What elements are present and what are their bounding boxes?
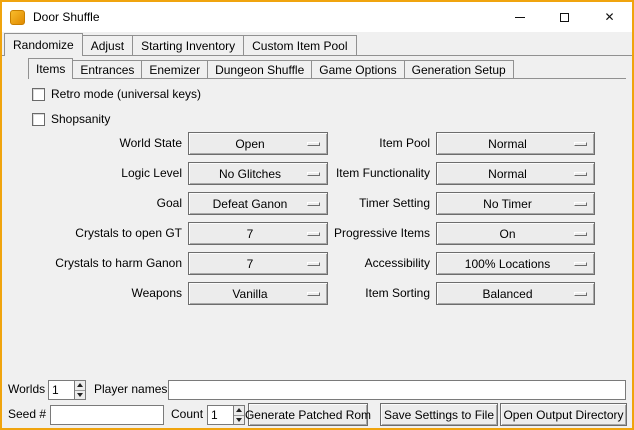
maximize-button[interactable] — [542, 2, 587, 32]
timer-setting-dropdown[interactable]: No Timer — [436, 192, 595, 215]
accessibility-value: 100% Locations — [465, 257, 566, 271]
spin-down-icon — [77, 393, 83, 397]
tab-generation-setup[interactable]: Generation Setup — [404, 60, 514, 79]
accessibility-dropdown[interactable]: 100% Locations — [436, 252, 595, 275]
close-icon: ✕ — [604, 11, 614, 23]
seed-input[interactable] — [50, 405, 164, 425]
item-sorting-value: Balanced — [482, 287, 548, 301]
minimize-button[interactable] — [497, 2, 542, 32]
dropdown-indicator-icon — [574, 232, 587, 236]
weapons-value: Vanilla — [232, 287, 283, 301]
item-functionality-label: Item Functionality — [288, 162, 430, 185]
player-names-input[interactable] — [168, 380, 626, 400]
item-pool-value: Normal — [488, 137, 543, 151]
item-functionality-dropdown[interactable]: Normal — [436, 162, 595, 185]
inner-tab-bar: Items Entrances Enemizer Dungeon Shuffle… — [28, 57, 513, 79]
timer-setting-label: Timer Setting — [288, 192, 430, 215]
tab-items[interactable]: Items — [28, 58, 73, 79]
dropdown-indicator-icon — [574, 172, 587, 176]
crystals-harm-ganon-value: 7 — [247, 257, 270, 271]
crystals-open-gt-value: 7 — [247, 227, 270, 241]
window: Door Shuffle ✕ Randomize Adjust Starting… — [0, 0, 634, 430]
maximize-icon — [560, 13, 569, 22]
tab-starting-inventory[interactable]: Starting Inventory — [132, 35, 244, 56]
dropdown-indicator-icon — [574, 142, 587, 146]
save-settings-button[interactable]: Save Settings to File — [380, 403, 498, 426]
tab-entrances[interactable]: Entrances — [72, 60, 142, 79]
tab-adjust[interactable]: Adjust — [82, 35, 133, 56]
worlds-spinbox[interactable] — [48, 380, 86, 400]
item-functionality-value: Normal — [488, 167, 543, 181]
tab-dungeon-shuffle[interactable]: Dungeon Shuffle — [207, 60, 312, 79]
item-sorting-label: Item Sorting — [288, 282, 430, 305]
item-sorting-dropdown[interactable]: Balanced — [436, 282, 595, 305]
progressive-items-label: Progressive Items — [288, 222, 430, 245]
titlebar: Door Shuffle ✕ — [2, 2, 632, 32]
count-input[interactable] — [208, 406, 233, 424]
accessibility-label: Accessibility — [288, 252, 430, 275]
progressive-items-value: On — [499, 227, 531, 241]
seed-label: Seed # — [8, 404, 46, 424]
crystals-open-gt-label: Crystals to open GT — [30, 222, 182, 245]
world-state-label: World State — [30, 132, 182, 155]
count-spin-up-button[interactable] — [234, 406, 244, 415]
tab-randomize[interactable]: Randomize — [4, 33, 83, 56]
item-pool-label: Item Pool — [288, 132, 430, 155]
worlds-label: Worlds — [8, 379, 45, 399]
spin-up-icon — [77, 383, 83, 387]
dropdown-indicator-icon — [574, 262, 587, 266]
window-controls: ✕ — [497, 2, 632, 32]
open-output-directory-button[interactable]: Open Output Directory — [500, 403, 627, 426]
tab-game-options[interactable]: Game Options — [311, 60, 404, 79]
worlds-input[interactable] — [49, 381, 74, 399]
player-names-label: Player names — [94, 379, 167, 399]
crystals-harm-ganon-label: Crystals to harm Ganon — [30, 252, 182, 275]
app-icon — [10, 10, 25, 25]
item-pool-dropdown[interactable]: Normal — [436, 132, 595, 155]
worlds-spin-up-button[interactable] — [75, 381, 85, 390]
shopsanity-checkbox[interactable] — [32, 113, 45, 126]
dropdown-indicator-icon — [574, 292, 587, 296]
generate-patched-rom-button[interactable]: Generate Patched Rom — [248, 403, 368, 426]
tab-custom-item-pool[interactable]: Custom Item Pool — [243, 35, 356, 56]
count-label: Count — [171, 404, 203, 424]
worlds-spin-buttons — [74, 381, 85, 399]
tab-enemizer[interactable]: Enemizer — [141, 60, 208, 79]
shopsanity-label: Shopsanity — [51, 112, 110, 126]
client-area: Randomize Adjust Starting Inventory Cust… — [2, 32, 632, 428]
retro-mode-checkbox-row[interactable]: Retro mode (universal keys) — [32, 87, 201, 101]
weapons-label: Weapons — [30, 282, 182, 305]
spin-up-icon — [236, 408, 242, 412]
shopsanity-checkbox-row[interactable]: Shopsanity — [32, 112, 110, 126]
progressive-items-dropdown[interactable]: On — [436, 222, 595, 245]
worlds-spin-down-button[interactable] — [75, 390, 85, 400]
close-button[interactable]: ✕ — [587, 2, 632, 32]
count-spinbox[interactable] — [207, 405, 245, 425]
spin-down-icon — [236, 418, 242, 422]
logic-level-value: No Glitches — [219, 167, 297, 181]
dropdown-indicator-icon — [574, 202, 587, 206]
window-title: Door Shuffle — [33, 10, 497, 24]
timer-setting-value: No Timer — [483, 197, 548, 211]
count-spin-buttons — [233, 406, 244, 424]
count-spin-down-button[interactable] — [234, 415, 244, 425]
minimize-icon — [515, 17, 525, 18]
logic-level-label: Logic Level — [30, 162, 182, 185]
goal-label: Goal — [30, 192, 182, 215]
world-state-value: Open — [235, 137, 280, 151]
outer-tab-bar: Randomize Adjust Starting Inventory Cust… — [4, 32, 356, 56]
retro-mode-label: Retro mode (universal keys) — [51, 87, 201, 101]
retro-mode-checkbox[interactable] — [32, 88, 45, 101]
